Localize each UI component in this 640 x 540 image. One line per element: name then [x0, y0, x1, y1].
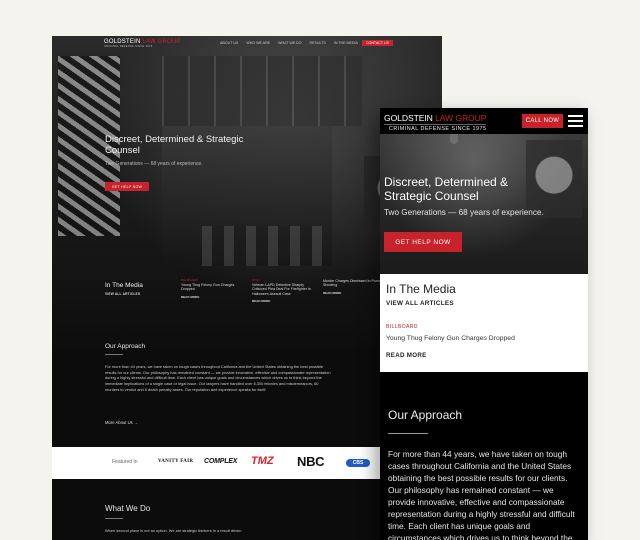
get-help-button[interactable]: GET HELP NOW [105, 182, 149, 191]
logo-name: GOLDSTEIN [384, 113, 433, 123]
media-item-title: Young Thug Felony Gun Charges Dropped [181, 283, 235, 292]
media-item[interactable]: KTLA Veteran LAPD Detective Sharply Crit… [252, 278, 316, 303]
complex-logo: COMPLEX [204, 458, 238, 465]
media-item-tag: BILLBOARD [181, 278, 198, 282]
nav-about-us[interactable]: ABOUT US [216, 40, 242, 46]
media-section: In The Media VIEW ALL ARTICLES BILLBOARD… [380, 274, 588, 372]
nav-links: ABOUT US WHO WE ARE WHAT WE DO RESULTS I… [216, 40, 393, 46]
nav-in-the-media[interactable]: IN THE MEDIA [330, 40, 362, 46]
approach-title: Our Approach [105, 343, 146, 350]
approach-text: For more than 44 years, we have taken on… [388, 449, 575, 540]
view-all-articles-link[interactable]: VIEW ALL ARTICLES [105, 292, 140, 296]
logo[interactable]: GOLDSTEIN LAW GROUP CRIMINAL DEFENSE SIN… [104, 39, 181, 48]
logo-name-accent: LAW GROUP [435, 113, 487, 123]
nav-contact-us[interactable]: CONTACT US [361, 40, 393, 46]
hamburger-menu-icon[interactable] [568, 115, 583, 127]
approach-title: Our Approach [388, 408, 463, 422]
tmz-logo: TMZ [251, 455, 274, 467]
view-all-articles-link[interactable]: VIEW ALL ARTICLES [386, 300, 454, 307]
logo-tagline: CRIMINAL DEFENSE SINCE 1975 [104, 45, 153, 48]
media-item-title: Murder Charges Dismissed In Pomona Shoot… [323, 279, 385, 288]
logo[interactable]: GOLDSTEIN LAW GROUP CRIMINAL DEFENSE SIN… [384, 113, 487, 132]
nbc-logo: NBC [297, 454, 325, 469]
media-title: In The Media [105, 282, 143, 289]
vanity-fair-logo: VANITY FAIR [158, 459, 194, 464]
read-more-link[interactable]: READ MORE [181, 295, 245, 299]
read-more-link[interactable]: READ MORE [323, 291, 387, 295]
hero-subhead: Two Generations — 68 years of experience… [105, 161, 203, 167]
media-title: In The Media [386, 282, 456, 296]
logo-tagline: CRIMINAL DEFENSE SINCE 1975 [384, 124, 487, 132]
more-about-us-link[interactable]: More About Us → [105, 420, 138, 425]
media-item-tag: BILLBOARD [386, 324, 418, 330]
divider [388, 433, 428, 434]
desktop-nav: GOLDSTEIN LAW GROUP CRIMINAL DEFENSE SIN… [52, 36, 442, 52]
media-item[interactable]: Murder Charges Dismissed In Pomona Shoot… [323, 278, 387, 295]
featured-in-label: Featured In [112, 459, 138, 465]
ceiling-lights [162, 56, 362, 126]
get-help-button[interactable]: GET HELP NOW [384, 232, 462, 252]
hero-headline: Discreet, Determined & Strategic Counsel [105, 134, 244, 156]
nav-what-we-do[interactable]: WHAT WE DO [274, 40, 305, 46]
divider [105, 518, 123, 519]
hero-subhead: Two Generations — 68 years of experience… [384, 208, 544, 217]
what-we-do-title: What We Do [105, 504, 151, 513]
hero-headline: Discreet, Determined & Strategic Counsel [384, 175, 509, 203]
approach-text: For more than 44 years, we have taken on… [105, 364, 331, 392]
read-more-link[interactable]: READ MORE [386, 352, 427, 359]
media-item-tag: KTLA [252, 278, 260, 282]
hero-background-image [380, 134, 588, 274]
nav-who-we-are[interactable]: WHO WE ARE [242, 40, 274, 46]
nav-results[interactable]: RESULTS [306, 40, 330, 46]
call-now-button[interactable]: CALL NOW [522, 114, 563, 128]
fist-artwork [526, 140, 582, 218]
media-item-title: Veteran LAPD Detective Sharply Criticize… [252, 283, 311, 296]
office-chairs [202, 226, 322, 266]
what-we-do-text: When second place is not an option. We a… [105, 528, 242, 533]
mobile-mockup: GOLDSTEIN LAW GROUP CRIMINAL DEFENSE SIN… [380, 108, 588, 540]
media-item[interactable]: BILLBOARD Young Thug Felony Gun Charges … [181, 278, 245, 299]
mobile-nav: GOLDSTEIN LAW GROUP CRIMINAL DEFENSE SIN… [380, 108, 588, 134]
ceiling-lamp [450, 134, 458, 144]
media-item-title[interactable]: Young Thug Felony Gun Charges Dropped [386, 335, 515, 342]
divider [105, 354, 123, 355]
cbs-logo: CBS [346, 459, 370, 467]
read-more-link[interactable]: READ MORE [252, 299, 316, 303]
